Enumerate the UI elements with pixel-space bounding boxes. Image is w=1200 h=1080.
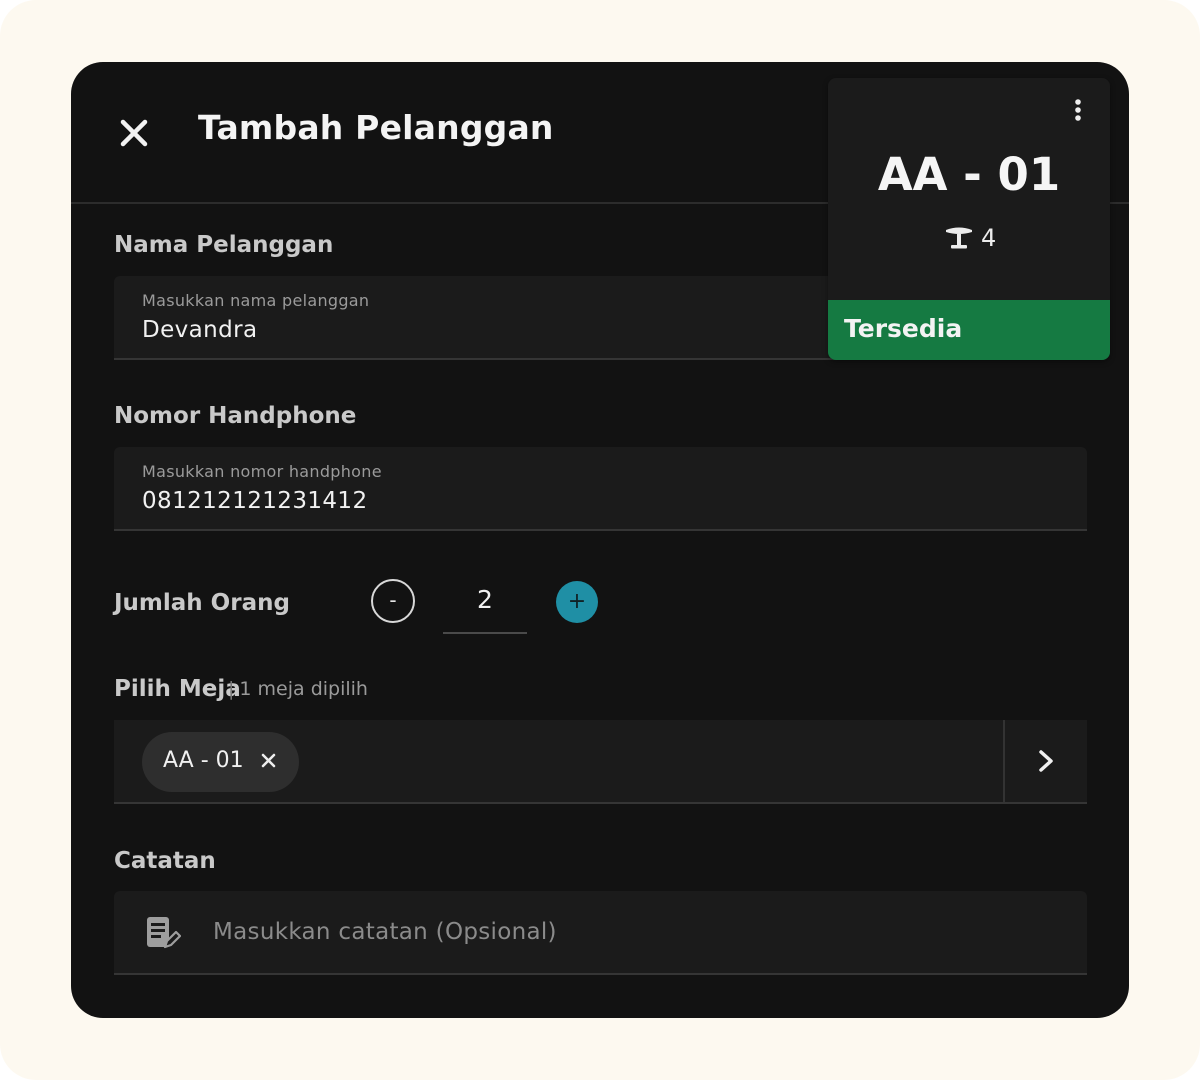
remove-table-button[interactable] bbox=[259, 751, 279, 771]
notes-label: Catatan bbox=[114, 848, 216, 874]
table-seat-count: 4 bbox=[981, 224, 997, 252]
table-card-menu-button[interactable] bbox=[1066, 96, 1090, 124]
table-code: AA - 01 bbox=[877, 148, 1061, 201]
notes-placeholder: Masukkan catatan (Opsional) bbox=[213, 919, 557, 945]
selected-table-chip[interactable]: AA - 01 bbox=[142, 732, 299, 792]
selected-table-count-text: 1 meja dipilih bbox=[239, 678, 368, 700]
note-edit-icon bbox=[147, 917, 181, 949]
phone-label: Nomor Handphone bbox=[114, 403, 357, 429]
label-separator: | bbox=[228, 678, 235, 700]
phone-field[interactable]: Masukkan nomor handphone 081212121231412 bbox=[114, 447, 1087, 531]
dialog-title: Tambah Pelanggan bbox=[198, 108, 554, 147]
table-status-label: Tersedia bbox=[844, 314, 963, 343]
more-vertical-icon bbox=[1075, 99, 1081, 121]
people-count-label: Jumlah Orang bbox=[114, 590, 290, 616]
customer-name-value: Devandra bbox=[142, 317, 258, 343]
notes-field[interactable]: Masukkan catatan (Opsional) bbox=[114, 891, 1087, 975]
selected-table-chip-label: AA - 01 bbox=[163, 748, 244, 773]
select-table-label: Pilih Meja bbox=[114, 676, 241, 702]
phone-placeholder: Masukkan nomor handphone bbox=[142, 462, 382, 481]
table-status-bar: Tersedia bbox=[828, 300, 1110, 360]
table-icon bbox=[946, 227, 972, 249]
customer-name-placeholder: Masukkan nama pelanggan bbox=[142, 291, 370, 310]
people-count-value[interactable]: 2 bbox=[443, 580, 527, 634]
decrease-people-button[interactable]: - bbox=[371, 579, 415, 623]
table-card[interactable]: AA - 01 4 Tersedia bbox=[828, 78, 1110, 360]
chevron-right-icon bbox=[1039, 750, 1053, 772]
close-button[interactable] bbox=[115, 114, 155, 154]
table-select-field[interactable]: AA - 01 bbox=[114, 720, 1087, 804]
page-background: Tambah Pelanggan Nama Pelanggan Masukkan… bbox=[0, 0, 1200, 1080]
open-table-picker-button[interactable] bbox=[1005, 720, 1087, 802]
close-icon bbox=[120, 119, 148, 147]
customer-name-label: Nama Pelanggan bbox=[114, 232, 334, 258]
close-icon bbox=[261, 753, 276, 768]
phone-value: 081212121231412 bbox=[142, 488, 368, 514]
selected-table-count: | 1 meja dipilih bbox=[228, 678, 368, 700]
increase-people-button[interactable]: + bbox=[556, 581, 598, 623]
